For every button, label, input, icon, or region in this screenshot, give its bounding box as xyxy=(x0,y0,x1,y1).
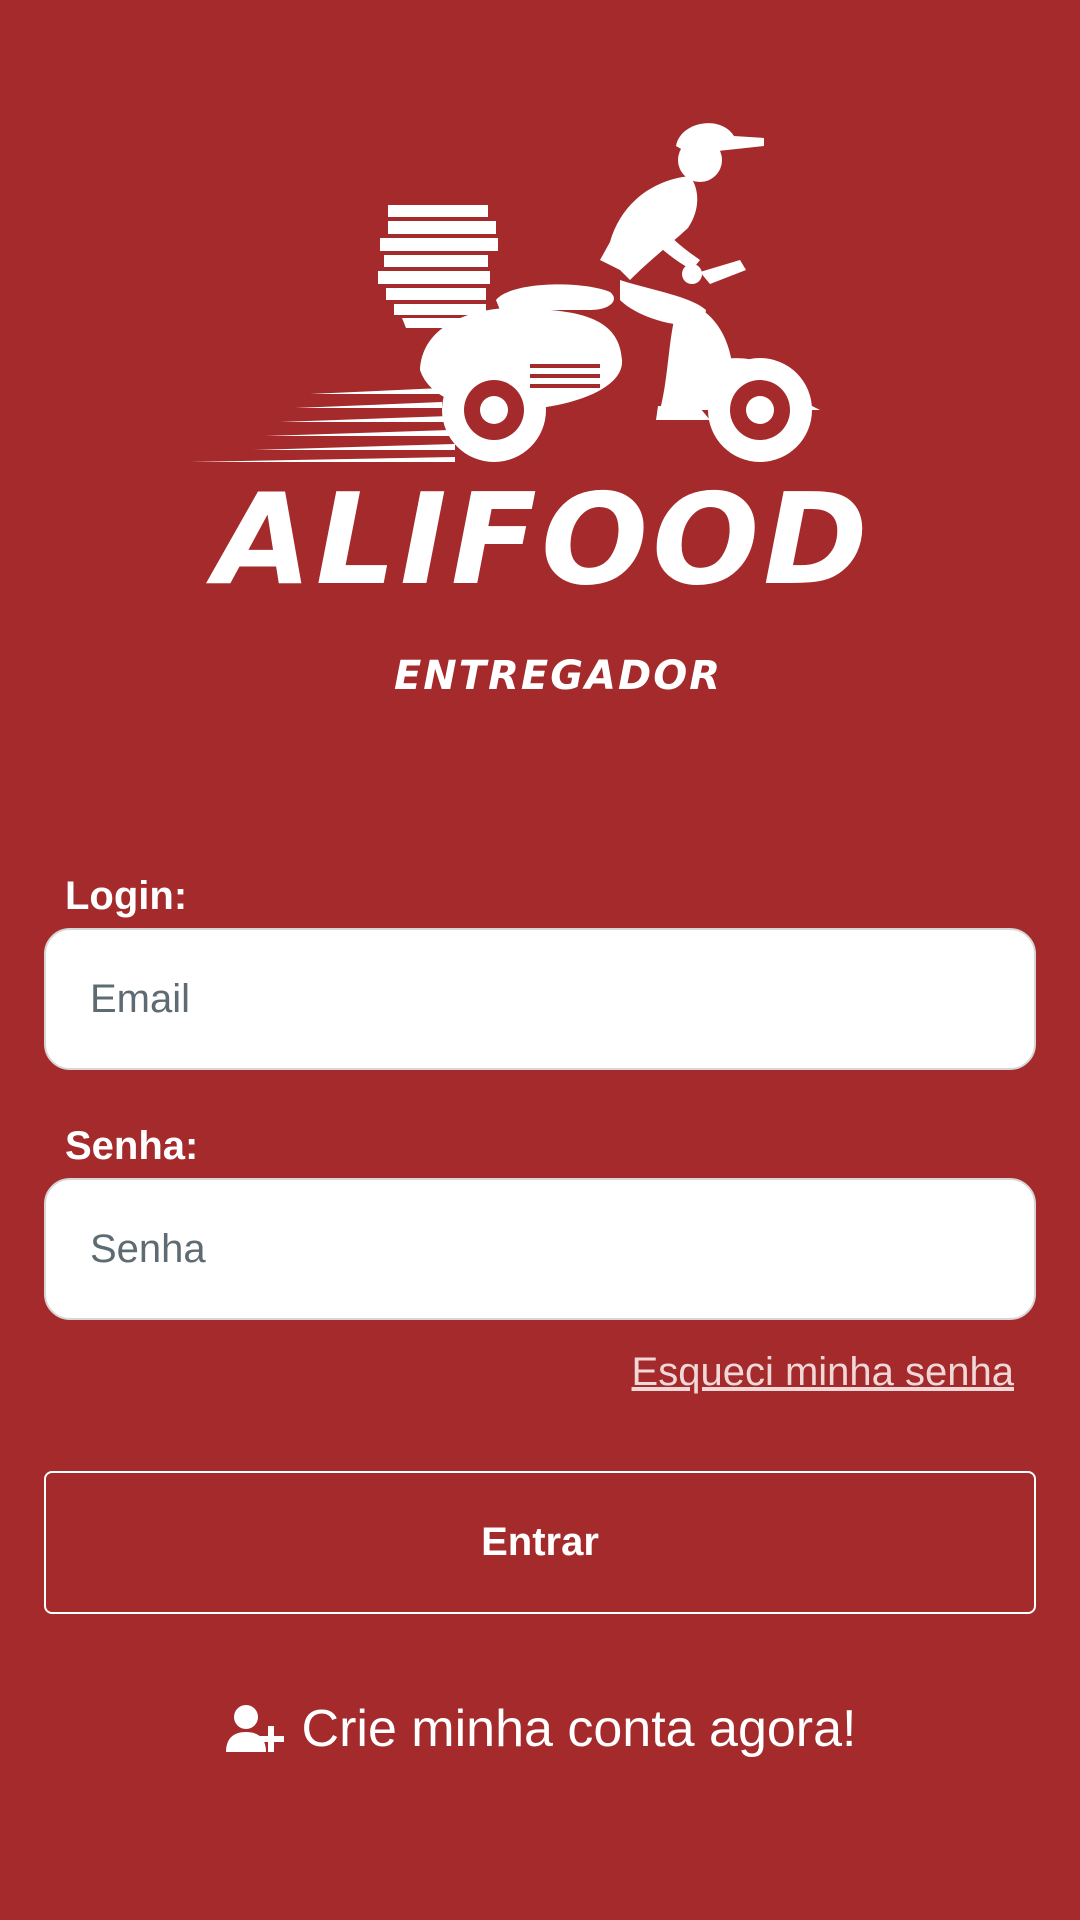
login-button[interactable]: Entrar xyxy=(44,1471,1036,1614)
brand-subtitle: ENTREGADOR xyxy=(393,653,722,699)
app-logo: ALIFOOD ENTREGADOR xyxy=(0,110,1080,710)
delivery-scooter-icon xyxy=(190,123,820,462)
password-label: Senha: xyxy=(65,1124,199,1168)
forgot-password-link[interactable]: Esqueci minha senha xyxy=(632,1348,1014,1396)
brand-name: ALIFOOD xyxy=(214,466,872,613)
login-label: Login: xyxy=(65,874,188,918)
create-account-label: Crie minha conta agora! xyxy=(301,1700,857,1758)
user-plus-icon xyxy=(225,1705,284,1752)
email-field[interactable] xyxy=(44,928,1036,1070)
create-account-link[interactable]: Crie minha conta agora! xyxy=(0,1696,1080,1762)
password-field[interactable] xyxy=(44,1178,1036,1320)
